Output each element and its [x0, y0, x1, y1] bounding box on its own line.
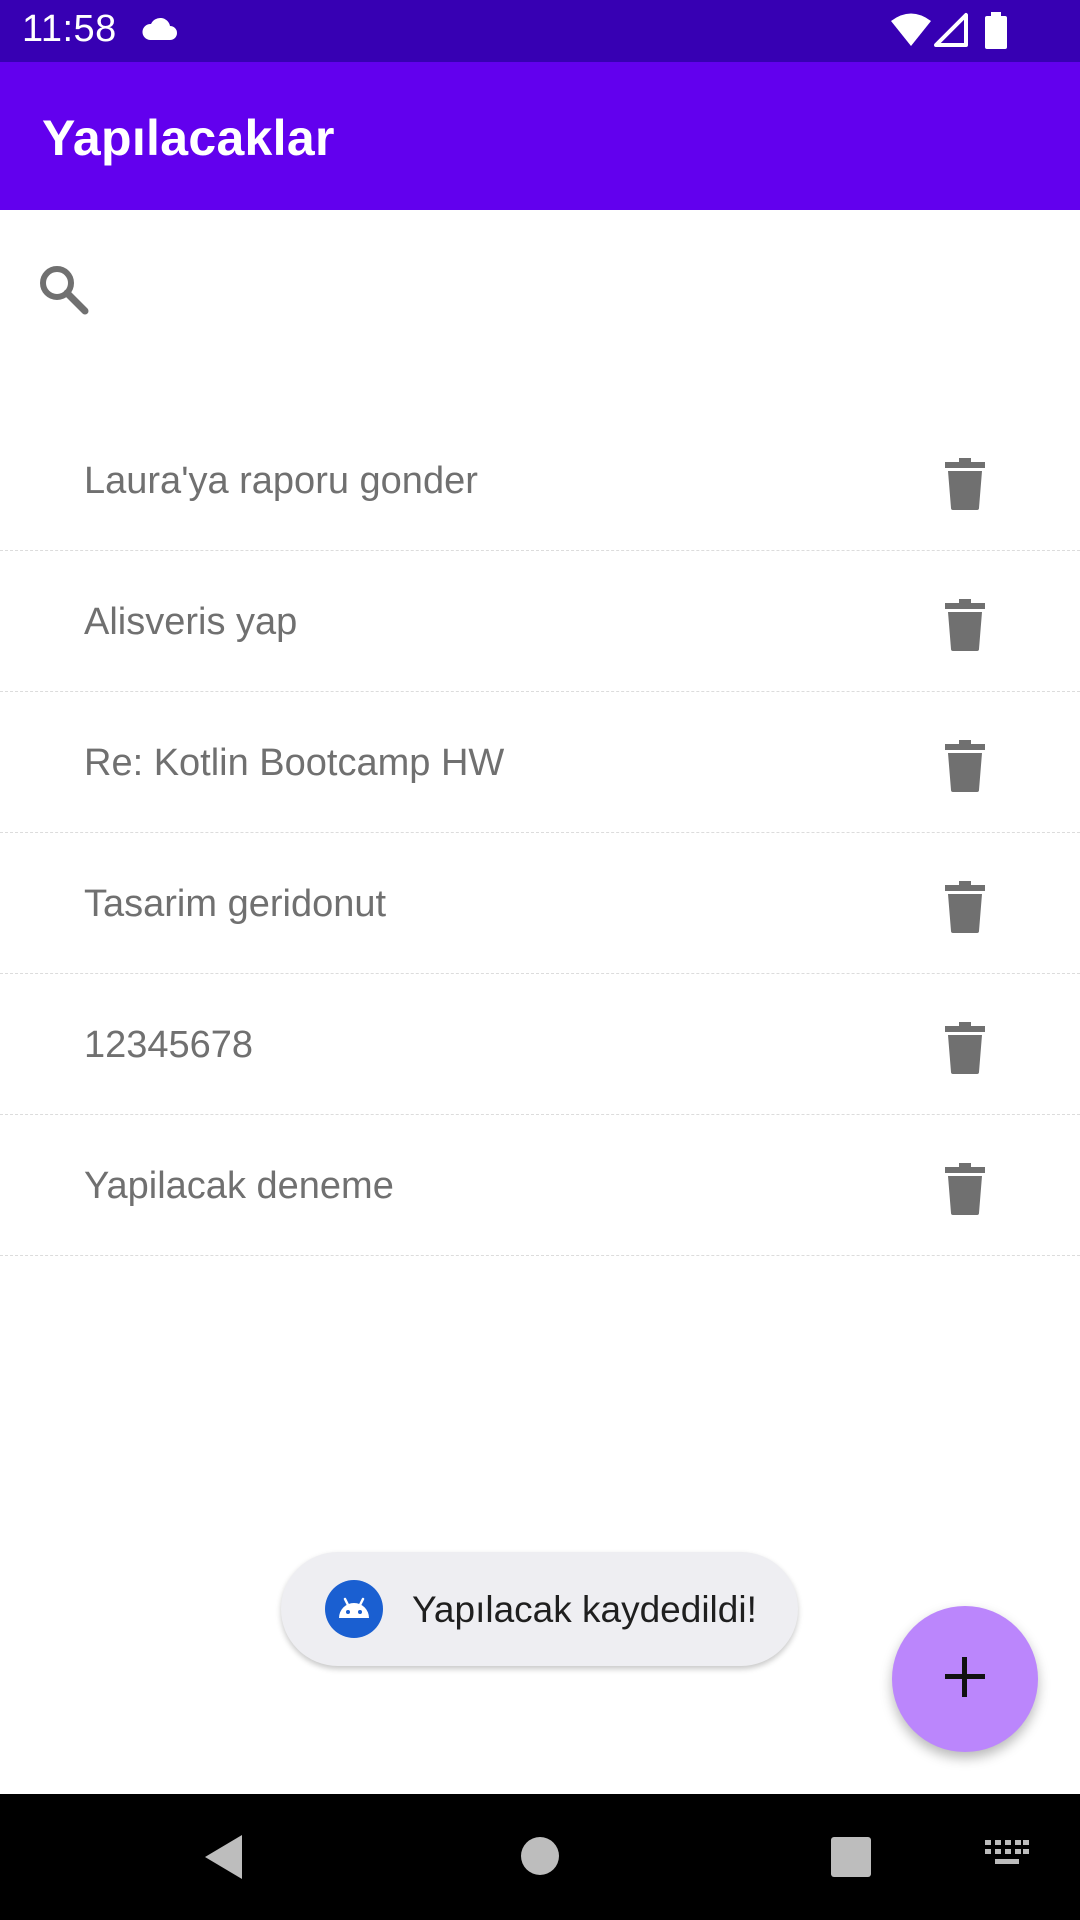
list-item[interactable]: Tasarim geridonut [0, 833, 1080, 974]
todo-text: 12345678 [84, 1024, 254, 1066]
status-time: 11:58 [22, 8, 117, 50]
toast: Yapılacak kaydedildi! [281, 1552, 798, 1666]
todo-text: Re: Kotlin Bootcamp HW [84, 742, 505, 784]
navigation-bar [0, 1794, 1080, 1920]
screen: 11:58 Yapılacaklar Laura'ya raporu gonde… [0, 0, 1080, 1920]
delete-icon[interactable] [938, 1018, 992, 1078]
signal-icon [934, 12, 970, 53]
delete-icon[interactable] [938, 595, 992, 655]
home-icon[interactable] [520, 1836, 560, 1881]
status-bar: 11:58 [0, 0, 1080, 62]
android-icon [325, 1580, 383, 1643]
search-icon[interactable] [36, 262, 92, 323]
todo-text: Yapilacak deneme [84, 1165, 394, 1207]
todo-text: Laura'ya raporu gonder [84, 460, 478, 502]
back-icon[interactable] [202, 1832, 246, 1887]
app-bar: Yapılacaklar [0, 62, 1080, 210]
delete-icon[interactable] [938, 454, 992, 514]
battery-icon [984, 12, 1008, 55]
todo-text: Alisveris yap [84, 601, 298, 643]
app-title: Yapılacaklar [42, 110, 335, 166]
search-input[interactable] [110, 255, 1010, 325]
recents-icon[interactable] [830, 1836, 872, 1883]
toast-message: Yapılacak kaydedildi! [412, 1589, 757, 1630]
todo-list: Laura'ya raporu gonder Alisveris yap Re:… [0, 410, 1080, 1256]
cloud-icon [140, 14, 178, 49]
keyboard-icon[interactable] [985, 1840, 1029, 1875]
list-item[interactable]: Re: Kotlin Bootcamp HW [0, 692, 1080, 833]
plus-icon [943, 1655, 987, 1704]
delete-icon[interactable] [938, 736, 992, 796]
list-item[interactable]: Laura'ya raporu gonder [0, 410, 1080, 551]
add-todo-button[interactable] [892, 1606, 1038, 1752]
list-item[interactable]: Yapilacak deneme [0, 1115, 1080, 1256]
delete-icon[interactable] [938, 1159, 992, 1219]
wifi-icon [890, 12, 932, 53]
search-bar[interactable] [0, 210, 1080, 370]
todo-text: Tasarim geridonut [84, 883, 387, 925]
list-item[interactable]: 12345678 [0, 974, 1080, 1115]
delete-icon[interactable] [938, 877, 992, 937]
list-item[interactable]: Alisveris yap [0, 551, 1080, 692]
